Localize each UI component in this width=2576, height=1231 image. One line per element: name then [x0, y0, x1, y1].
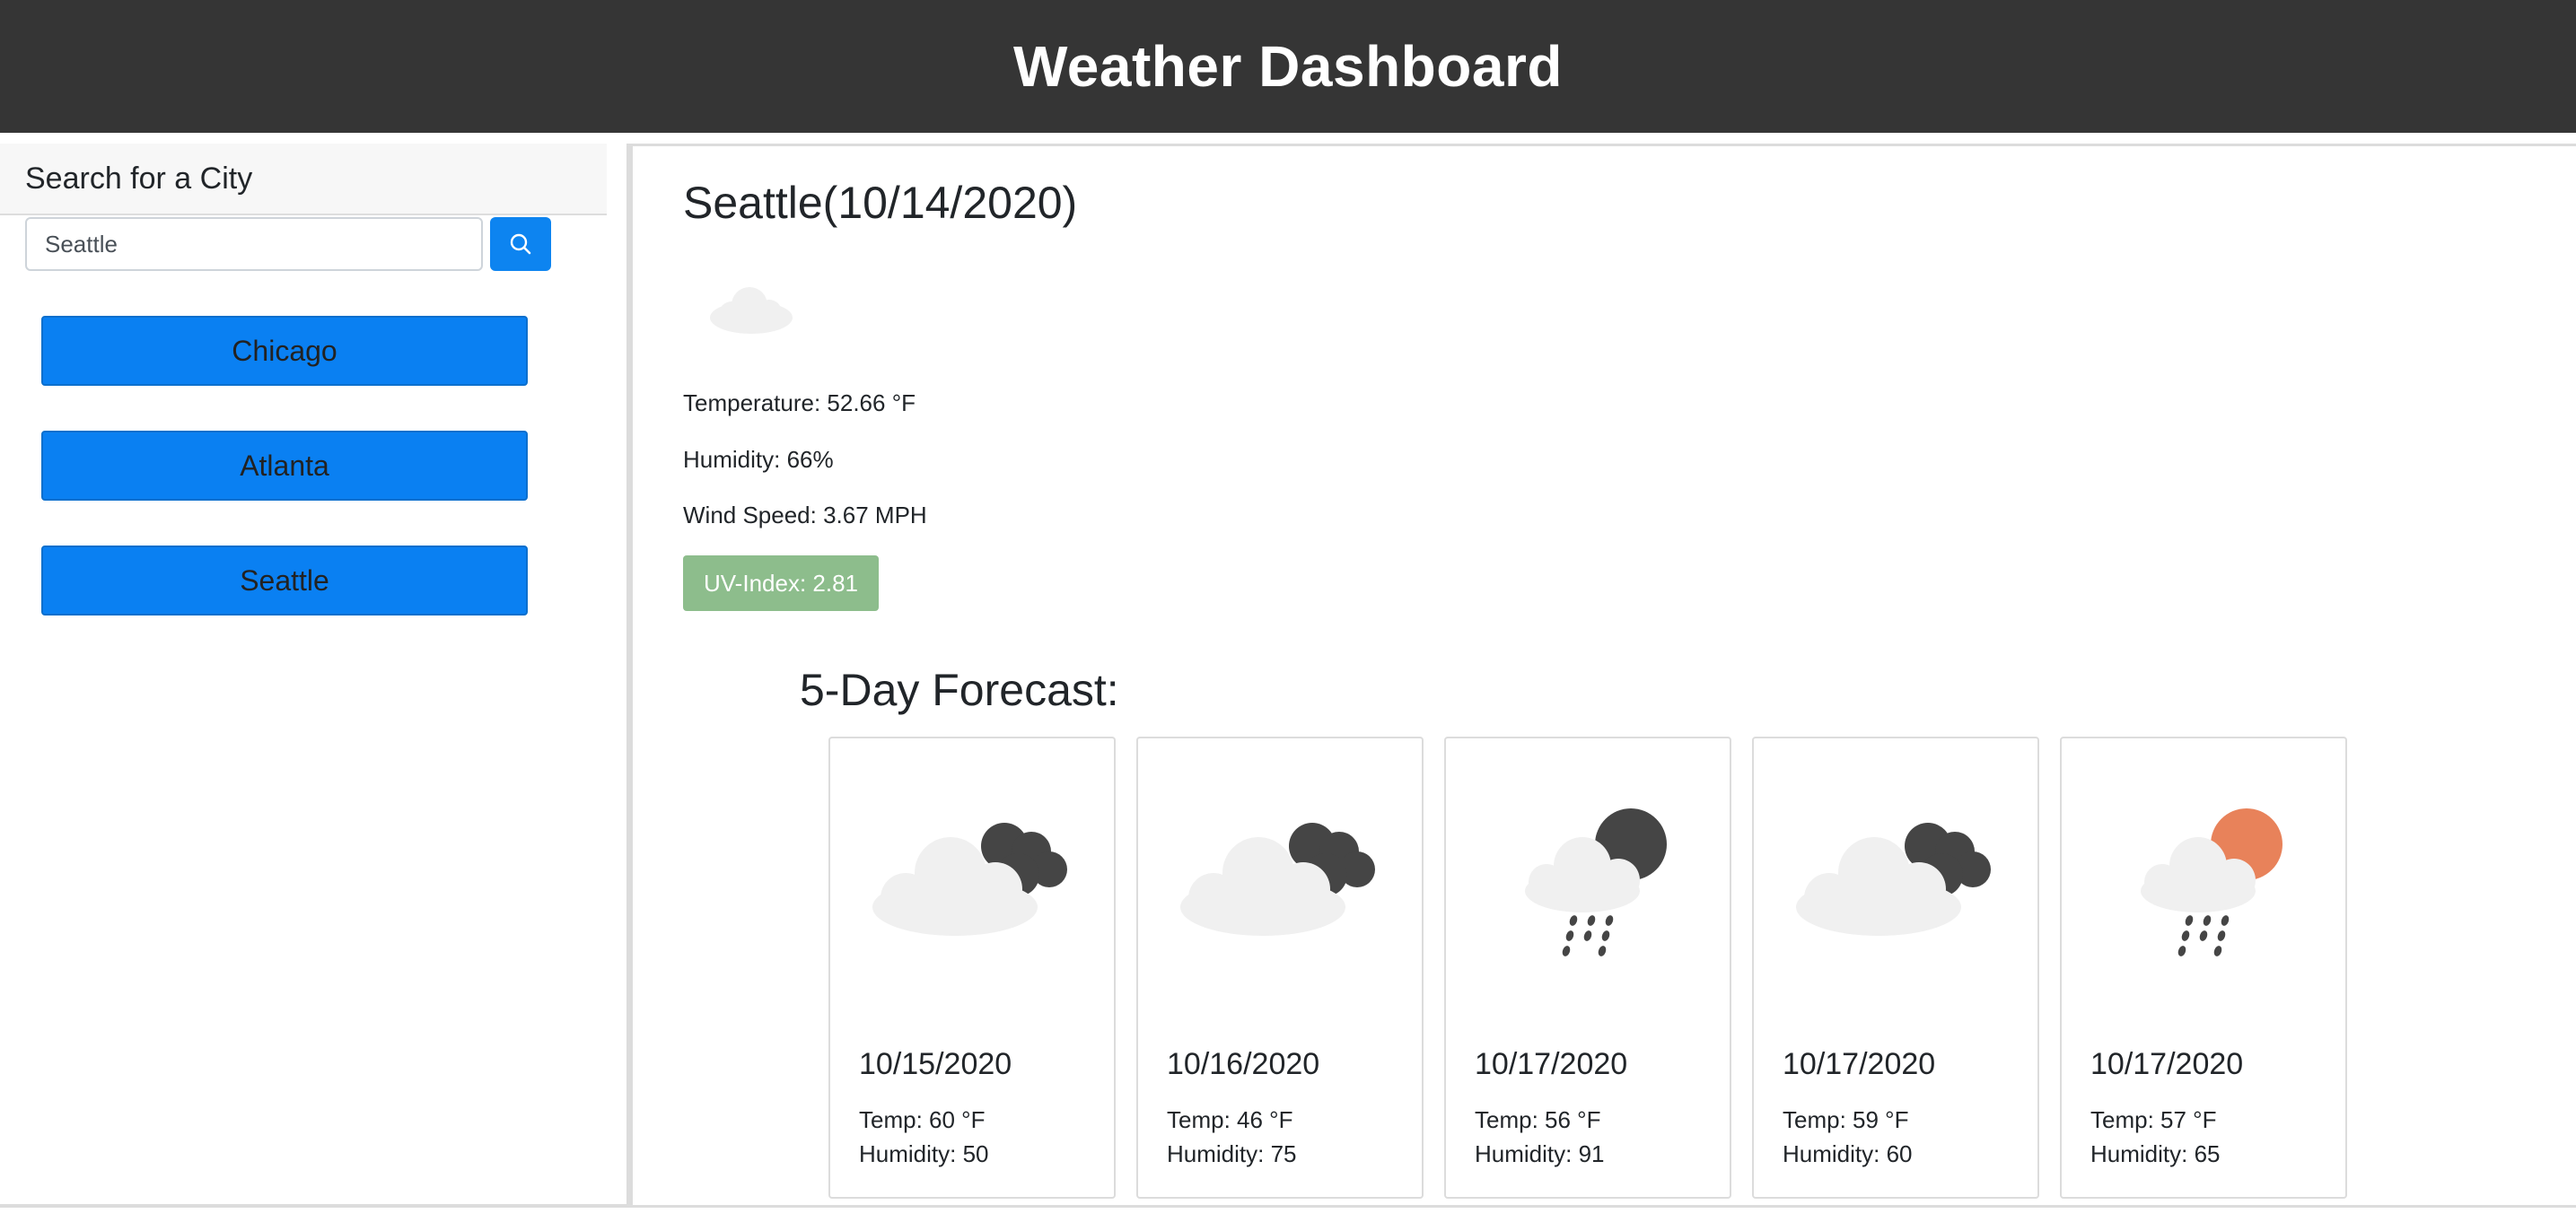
forecast-humidity: Humidity: 91 — [1475, 1140, 1605, 1167]
forecast-date: 10/16/2020 — [1167, 1047, 1320, 1081]
forecast-humidity: Humidity: 65 — [2090, 1140, 2221, 1167]
cloudy-night-icon — [1180, 823, 1375, 936]
search-button[interactable] — [490, 217, 551, 271]
app-header: Weather Dashboard — [0, 0, 2576, 133]
sidebar-title: Search for a City — [0, 144, 607, 215]
forecast-heading: 5-Day Forecast: — [800, 665, 1119, 715]
current-temperature: Temperature: 52.66 °F — [683, 389, 916, 416]
forecast-temp: Temp: 59 °F — [1783, 1106, 1909, 1133]
forecast-date: 10/17/2020 — [1783, 1047, 1936, 1081]
forecast-humidity: Humidity: 50 — [859, 1140, 989, 1167]
forecast-card: 10/16/2020 Temp: 46 °F Humidity: 75 — [1136, 737, 1424, 1199]
search-icon — [510, 233, 531, 255]
current-wind-speed: Wind Speed: 3.67 MPH — [683, 502, 927, 528]
current-humidity: Humidity: 66% — [683, 446, 834, 473]
main-panel: Seattle(10/14/2020) Temperature: 52.66 °… — [630, 144, 2576, 1208]
page-title: Weather Dashboard — [1013, 34, 1563, 99]
city-search-input[interactable] — [25, 217, 483, 271]
history-city-button[interactable]: Seattle — [41, 546, 528, 616]
uv-index-badge: UV-Index: 2.81 — [683, 555, 879, 611]
cloudy-night-icon — [872, 823, 1067, 936]
forecast-humidity: Humidity: 75 — [1167, 1140, 1297, 1167]
forecast-date: 10/15/2020 — [859, 1047, 1012, 1081]
sidebar: Search for a City Chicago Atlanta Seattl… — [0, 144, 630, 1208]
forecast-card: 10/15/2020 Temp: 60 °F Humidity: 50 — [828, 737, 1116, 1199]
forecast-humidity: Humidity: 60 — [1783, 1140, 1913, 1167]
rain-day-icon — [2141, 808, 2282, 956]
forecast-temp: Temp: 57 °F — [2090, 1106, 2217, 1133]
forecast-date: 10/17/2020 — [2090, 1047, 2244, 1081]
forecast-card: 10/17/2020 Temp: 56 °F Humidity: 91 — [1444, 737, 1731, 1199]
forecast-temp: Temp: 46 °F — [1167, 1106, 1293, 1133]
rain-night-icon — [1525, 808, 1667, 956]
cloud-icon — [710, 287, 793, 334]
current-city-title: Seattle(10/14/2020) — [683, 178, 1078, 228]
forecast-card: 10/17/2020 Temp: 59 °F Humidity: 60 — [1752, 737, 2039, 1199]
forecast-date: 10/17/2020 — [1475, 1047, 1628, 1081]
cloudy-night-icon — [1796, 823, 1991, 936]
history-city-button[interactable]: Chicago — [41, 316, 528, 386]
history-city-button[interactable]: Atlanta — [41, 431, 528, 501]
forecast-card: 10/17/2020 Temp: 57 °F Humidity: 65 — [2060, 737, 2347, 1199]
forecast-temp: Temp: 60 °F — [859, 1106, 986, 1133]
forecast-temp: Temp: 56 °F — [1475, 1106, 1601, 1133]
